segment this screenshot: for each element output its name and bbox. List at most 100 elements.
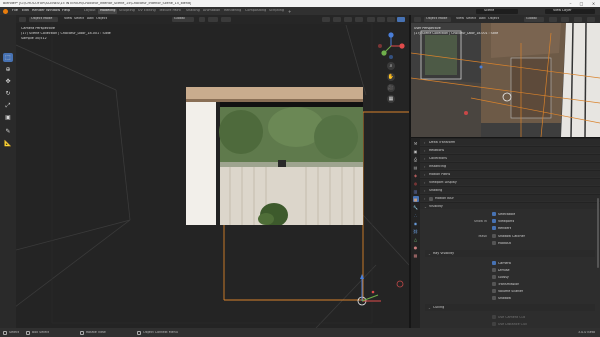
secondary-menu-add[interactable]: Add bbox=[479, 17, 486, 20]
rotate-tool-icon[interactable]: ↻ bbox=[3, 89, 13, 98]
tab-shading[interactable]: Shading bbox=[184, 9, 202, 14]
menu-render[interactable]: Render bbox=[32, 9, 45, 13]
modifier-props-icon[interactable]: 🔧 bbox=[413, 204, 419, 210]
scene-props-icon[interactable]: ◈ bbox=[413, 172, 419, 178]
scene-selector[interactable]: Scene bbox=[476, 8, 518, 14]
area-splitter-vertical[interactable] bbox=[409, 15, 411, 328]
snap-icon[interactable] bbox=[208, 16, 218, 22]
tab-modeling[interactable]: Modeling bbox=[98, 8, 118, 14]
section-viewport-display[interactable]: › Viewport Display bbox=[420, 178, 600, 185]
section-collections[interactable]: › Collections bbox=[420, 154, 600, 161]
section-motion-blur[interactable]: › Motion Blur bbox=[420, 194, 600, 201]
transform-orientation[interactable]: Global bbox=[172, 16, 194, 22]
view-layer-props-icon[interactable]: ▤ bbox=[413, 164, 419, 170]
secondary-menu-object[interactable]: Object bbox=[488, 17, 499, 20]
gizmo-toggle-icon[interactable] bbox=[333, 16, 341, 22]
render-props-icon[interactable]: ▣ bbox=[413, 148, 419, 154]
area-splitter-horizontal[interactable] bbox=[411, 137, 600, 138]
rendered-shading-icon[interactable] bbox=[397, 16, 405, 22]
world-props-icon[interactable]: ◍ bbox=[413, 180, 419, 186]
grid-view-icon[interactable]: ▦ bbox=[387, 95, 395, 103]
zoom-icon[interactable]: ⌕ bbox=[387, 62, 395, 70]
measure-tool-icon[interactable]: 📐 bbox=[3, 139, 13, 148]
proportional-edit-icon[interactable] bbox=[221, 16, 231, 22]
material-props-icon[interactable]: ● bbox=[413, 244, 419, 250]
editor-type-icon[interactable] bbox=[19, 16, 26, 22]
menu-window[interactable]: Window bbox=[46, 9, 60, 13]
annotate-tool-icon[interactable]: ✎ bbox=[3, 127, 13, 136]
output-props-icon[interactable]: ⎙ bbox=[413, 156, 419, 162]
menu-add[interactable]: Add bbox=[87, 17, 94, 20]
scale-tool-icon[interactable]: ⤢ bbox=[3, 101, 13, 110]
section-relations[interactable]: › Relations bbox=[420, 146, 600, 153]
visibility-icon[interactable] bbox=[322, 16, 330, 22]
transform-tool-icon[interactable]: ▣ bbox=[3, 113, 13, 122]
ray-visibility-header[interactable]: ⌄ Ray Visibility bbox=[425, 250, 595, 257]
constraints-props-icon[interactable]: ⛓ bbox=[413, 228, 419, 234]
cursor-tool-icon[interactable]: ⊕ bbox=[3, 65, 13, 74]
mode-selector[interactable]: Object Mode bbox=[29, 16, 58, 22]
texture-props-icon[interactable]: ▩ bbox=[413, 252, 419, 258]
secondary-snap-icon[interactable] bbox=[549, 16, 557, 22]
blender-logo-icon[interactable] bbox=[3, 8, 8, 14]
secondary-editor-type-icon[interactable] bbox=[414, 16, 421, 22]
close-button[interactable]: × bbox=[589, 1, 598, 6]
menu-select[interactable]: Select bbox=[74, 17, 84, 20]
ray-volume-scatter-checkbox[interactable] bbox=[492, 289, 496, 293]
renders-checkbox[interactable] bbox=[492, 226, 496, 230]
secondary-shading-icon[interactable] bbox=[587, 16, 595, 22]
selectable-checkbox[interactable] bbox=[492, 212, 496, 216]
wireframe-shading-icon[interactable] bbox=[367, 16, 375, 22]
solid-shading-icon[interactable] bbox=[377, 16, 385, 22]
select-box-tool-icon[interactable]: ⬚ bbox=[3, 53, 13, 62]
shadow-catcher-checkbox[interactable] bbox=[492, 234, 496, 238]
menu-file[interactable]: File bbox=[12, 9, 18, 13]
secondary-menu-select[interactable]: Select bbox=[466, 17, 476, 20]
maximize-button[interactable]: □ bbox=[577, 1, 586, 6]
tool-props-icon[interactable]: ⚒ bbox=[413, 140, 419, 146]
tab-rendering[interactable]: Rendering bbox=[222, 9, 243, 14]
tab-uv-editing[interactable]: UV Editing bbox=[136, 9, 158, 14]
data-props-icon[interactable]: △ bbox=[413, 236, 419, 242]
particles-props-icon[interactable]: ∴ bbox=[413, 212, 419, 218]
holdout-checkbox[interactable] bbox=[492, 241, 496, 245]
tab-scripting[interactable]: Scripting bbox=[267, 9, 286, 14]
tab-sculpting[interactable]: Sculpting bbox=[117, 9, 137, 14]
menu-edit[interactable]: Edit bbox=[22, 9, 29, 13]
secondary-menu-view[interactable]: View bbox=[456, 17, 464, 20]
section-motion-paths[interactable]: › Motion Paths bbox=[420, 170, 600, 177]
viewports-checkbox[interactable] bbox=[492, 219, 496, 223]
section-delta-transform[interactable]: › Delta Transform bbox=[420, 138, 600, 145]
pivot-icon[interactable] bbox=[199, 16, 205, 22]
distance-cull-checkbox[interactable] bbox=[492, 322, 496, 326]
ray-diffuse-checkbox[interactable] bbox=[492, 268, 496, 272]
move-tool-icon[interactable]: ✥ bbox=[3, 77, 13, 86]
secondary-proportional-icon[interactable] bbox=[561, 16, 569, 22]
view-layer-selector[interactable]: View Layer bbox=[545, 8, 595, 14]
minimize-button[interactable]: – bbox=[566, 1, 575, 6]
tab-layout[interactable]: Layout bbox=[82, 9, 98, 14]
secondary-overlay-icon[interactable] bbox=[574, 16, 582, 22]
physics-props-icon[interactable]: ◉ bbox=[413, 220, 419, 226]
section-shading[interactable]: › Shading bbox=[420, 186, 600, 193]
xray-toggle-icon[interactable] bbox=[355, 16, 363, 22]
motion-blur-checkbox[interactable] bbox=[429, 196, 433, 201]
add-workspace-icon[interactable]: + bbox=[288, 9, 291, 14]
culling-header[interactable]: ⌄ Culling bbox=[425, 304, 595, 311]
secondary-mode-selector[interactable]: Object Mode bbox=[424, 16, 451, 22]
material-shading-icon[interactable] bbox=[387, 16, 395, 22]
section-visibility[interactable]: ⌄ Visibility bbox=[420, 202, 600, 209]
ray-camera-checkbox[interactable] bbox=[492, 261, 496, 265]
ray-shadow-checkbox[interactable] bbox=[492, 296, 496, 300]
menu-object[interactable]: Object bbox=[96, 17, 107, 20]
object-props-icon[interactable]: ▦ bbox=[412, 196, 419, 202]
secondary-transform-orientation[interactable]: Global bbox=[524, 16, 544, 22]
ray-transmission-checkbox[interactable] bbox=[492, 282, 496, 286]
secondary-viewport[interactable]: User Perspective (17) Scene Collection |… bbox=[411, 23, 600, 137]
tab-animation[interactable]: Animation bbox=[201, 9, 222, 14]
camera-view-icon[interactable]: 🎥 bbox=[387, 84, 395, 92]
tab-compositing[interactable]: Compositing bbox=[243, 9, 268, 14]
properties-scrollbar[interactable] bbox=[597, 198, 599, 268]
section-instancing[interactable]: › Instancing bbox=[420, 162, 600, 169]
pan-hand-icon[interactable]: ✋ bbox=[387, 73, 395, 81]
